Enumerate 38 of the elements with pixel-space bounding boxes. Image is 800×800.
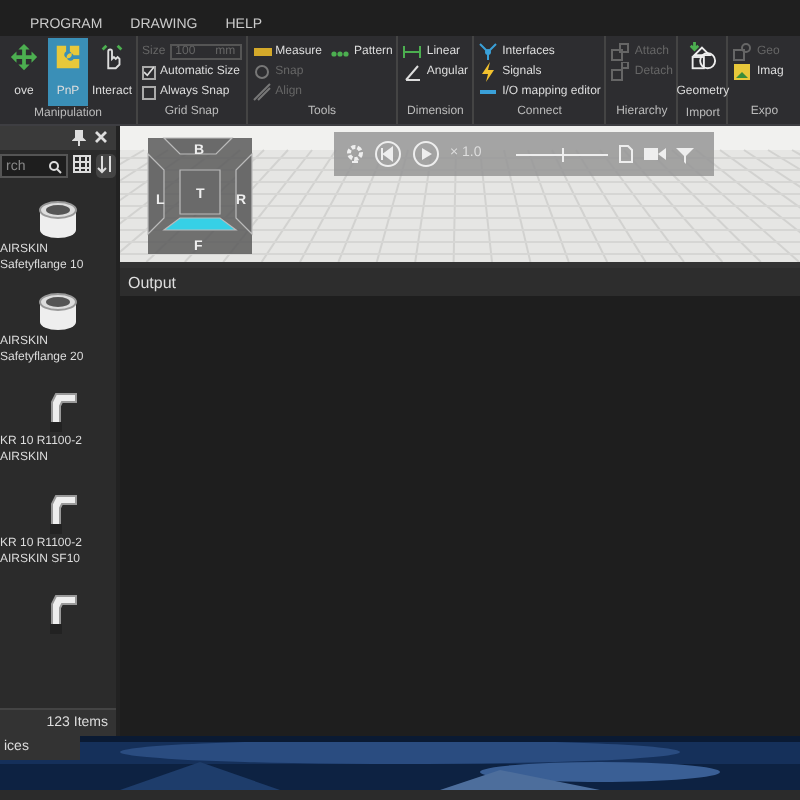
gear-icon	[346, 144, 364, 164]
grid-icon	[72, 154, 92, 175]
cube-face[interactable]	[162, 217, 238, 231]
flange-icon	[36, 290, 80, 335]
cube-face[interactable]	[147, 152, 165, 236]
cube-face[interactable]	[179, 169, 221, 215]
move-icon	[8, 42, 40, 72]
checkbox[interactable]	[142, 85, 156, 99]
image-icon	[732, 62, 753, 82]
shapes-icon	[686, 42, 719, 72]
camera-icon	[643, 146, 666, 162]
sort-icon	[96, 154, 116, 175]
document-icon	[617, 144, 634, 164]
align-icon	[251, 82, 272, 102]
play-icon	[412, 140, 440, 168]
detach-icon	[610, 62, 631, 82]
grid-view-button[interactable]	[72, 154, 92, 178]
rewind-icon	[374, 140, 402, 168]
bolt-icon	[478, 62, 499, 82]
check-icon	[144, 66, 154, 78]
cube-face[interactable]	[235, 152, 253, 236]
play-button[interactable]	[412, 140, 440, 168]
linear-icon	[402, 42, 423, 62]
rewind-button[interactable]	[374, 140, 402, 168]
filter-icon	[675, 145, 694, 163]
angle-icon	[402, 62, 423, 82]
flange-icon	[36, 198, 80, 242]
puzzle-icon	[52, 42, 84, 72]
sort-button[interactable]	[96, 154, 116, 178]
close-icon	[94, 130, 108, 144]
attach-icon	[610, 42, 631, 62]
checkbox[interactable]	[142, 65, 156, 79]
hand-icon	[96, 42, 128, 72]
search-icon	[48, 160, 62, 174]
pin-icon	[72, 130, 86, 146]
cube-face[interactable]	[162, 137, 234, 155]
panel-title: Output	[120, 268, 800, 296]
nodes-icon	[478, 42, 499, 62]
